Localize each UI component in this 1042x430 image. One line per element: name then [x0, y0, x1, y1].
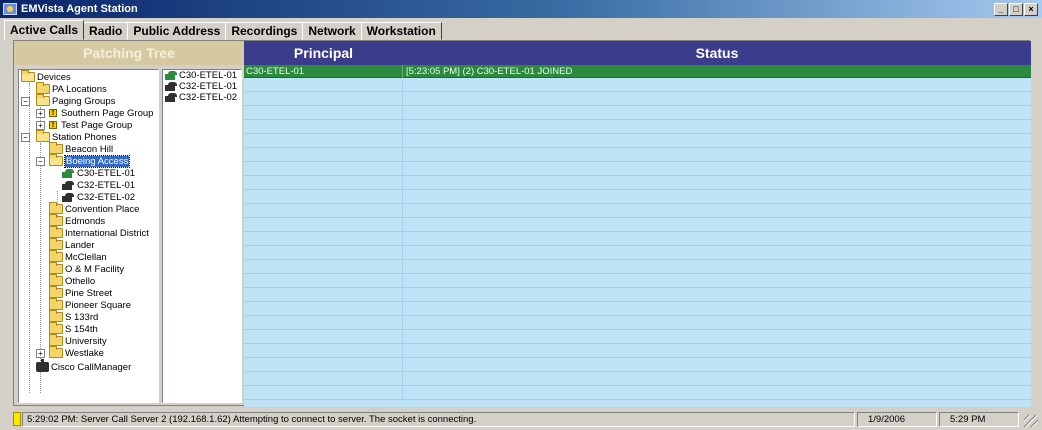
principal-column-header[interactable]: Principal — [244, 41, 403, 65]
collapse-toggle[interactable]: − — [36, 157, 45, 166]
phone-active-icon — [165, 71, 178, 80]
collapse-toggle[interactable]: − — [21, 97, 30, 106]
folder-icon — [49, 250, 63, 262]
minimize-button[interactable]: _ — [994, 2, 1008, 16]
patching-tree-header: Patching Tree — [14, 41, 244, 65]
folder-icon — [49, 322, 63, 334]
window-title: EMVista Agent Station — [21, 3, 138, 15]
status-date: 1/9/2006 — [857, 412, 937, 427]
phone-icon — [62, 192, 75, 202]
patching-tree[interactable]: Devices PA Locations − Paging Groups + !… — [18, 69, 159, 403]
status-column-header[interactable]: Status — [403, 41, 1031, 65]
maximize-button[interactable]: □ — [1009, 2, 1023, 16]
tree-item-test-page-group[interactable]: ! Test Page Group — [49, 119, 132, 131]
app-icon — [3, 3, 17, 15]
folder-icon — [49, 334, 63, 346]
phone-icon — [62, 180, 75, 190]
page-group-icon: ! — [49, 109, 57, 117]
folder-icon — [49, 310, 63, 322]
folder-icon — [49, 202, 63, 214]
call-manager-icon — [36, 359, 49, 372]
expand-toggle[interactable]: + — [36, 109, 45, 118]
tree-item-station[interactable]: International District — [49, 226, 149, 239]
page-group-icon: ! — [49, 121, 57, 129]
phone-icon — [165, 82, 178, 91]
tab-radio[interactable]: Radio — [83, 22, 129, 40]
principal-cell: C30-ETEL-01 — [244, 65, 403, 78]
table-row[interactable]: C30-ETEL-01 [5:23:05 PM] (2) C30-ETEL-01… — [244, 65, 1031, 78]
tab-public-address[interactable]: Public Address — [127, 22, 227, 40]
tree-item-station[interactable]: Westlake — [49, 346, 104, 359]
phone-icon — [165, 93, 178, 102]
tree-item-pa-locations[interactable]: PA Locations — [36, 82, 107, 95]
folder-open-icon — [21, 70, 35, 82]
folder-icon — [49, 214, 63, 226]
tree-item-station[interactable]: Edmonds — [49, 214, 105, 227]
patch-device-list[interactable]: C30-ETEL-01 C32-ETEL-01 C32-ETEL-02 — [162, 69, 242, 403]
tab-active-calls[interactable]: Active Calls — [4, 20, 85, 40]
folder-icon — [49, 298, 63, 310]
status-time: 5:29 PM — [939, 412, 1019, 427]
expand-toggle[interactable]: + — [36, 121, 45, 130]
tree-item-devices[interactable]: Devices — [21, 70, 71, 83]
tab-bar: Active Calls Radio Public Address Record… — [4, 20, 442, 40]
tree-item-paging-groups[interactable]: Paging Groups — [36, 94, 115, 107]
tree-item-station[interactable]: Pine Street — [49, 286, 112, 299]
active-calls-panel: Patching Tree Principal Status Devices P… — [13, 40, 1031, 407]
phone-active-icon — [62, 168, 75, 178]
folder-icon — [49, 226, 63, 238]
tab-recordings[interactable]: Recordings — [225, 22, 304, 40]
tree-item-boeing-access[interactable]: Boeing Access — [49, 154, 131, 168]
folder-open-icon — [36, 130, 50, 142]
list-item[interactable]: C32-ETEL-01 — [163, 81, 241, 92]
folder-icon — [49, 262, 63, 274]
folder-icon — [49, 142, 63, 154]
expand-toggle[interactable]: + — [36, 349, 45, 358]
tree-item-station[interactable]: University — [49, 334, 107, 347]
list-item[interactable]: C30-ETEL-01 — [163, 70, 241, 81]
status-bar: 5:29:02 PM: Server Call Server 2 (192.16… — [0, 409, 1042, 430]
resize-grip-icon[interactable] — [1024, 415, 1038, 427]
tree-item-phone[interactable]: C30-ETEL-01 — [62, 167, 135, 179]
tree-item-station[interactable]: Convention Place — [49, 202, 139, 215]
active-calls-grid[interactable]: C30-ETEL-01 [5:23:05 PM] (2) C30-ETEL-01… — [244, 65, 1031, 407]
tree-item-cisco-callmanager[interactable]: Cisco CallManager — [36, 359, 131, 373]
tree-item-phone[interactable]: C32-ETEL-02 — [62, 191, 135, 203]
tree-item-beacon-hill[interactable]: Beacon Hill — [49, 142, 113, 155]
close-button[interactable]: × — [1024, 2, 1038, 16]
folder-open-icon — [49, 154, 63, 166]
tree-item-phone[interactable]: C32-ETEL-01 — [62, 179, 135, 191]
tree-item-station[interactable]: Pioneer Square — [49, 298, 131, 311]
title-bar: EMVista Agent Station _ □ × — [0, 0, 1042, 18]
status-message: 5:29:02 PM: Server Call Server 2 (192.16… — [22, 412, 855, 427]
folder-icon — [49, 274, 63, 286]
connection-indicator-icon — [13, 412, 21, 426]
folder-open-icon — [36, 94, 50, 106]
tree-item-southern-page-group[interactable]: ! Southern Page Group — [49, 107, 153, 119]
folder-icon — [49, 286, 63, 298]
folder-icon — [36, 82, 50, 94]
tree-item-station[interactable]: O & M Facility — [49, 262, 124, 275]
folder-icon — [49, 346, 63, 358]
tree-item-station[interactable]: McClellan — [49, 250, 107, 263]
tab-workstation[interactable]: Workstation — [360, 22, 442, 40]
tab-network[interactable]: Network — [302, 22, 362, 40]
collapse-toggle[interactable]: − — [21, 133, 30, 142]
list-item[interactable]: C32-ETEL-02 — [163, 92, 241, 103]
folder-icon — [49, 238, 63, 250]
status-cell: [5:23:05 PM] (2) C30-ETEL-01 JOINED — [406, 66, 573, 77]
